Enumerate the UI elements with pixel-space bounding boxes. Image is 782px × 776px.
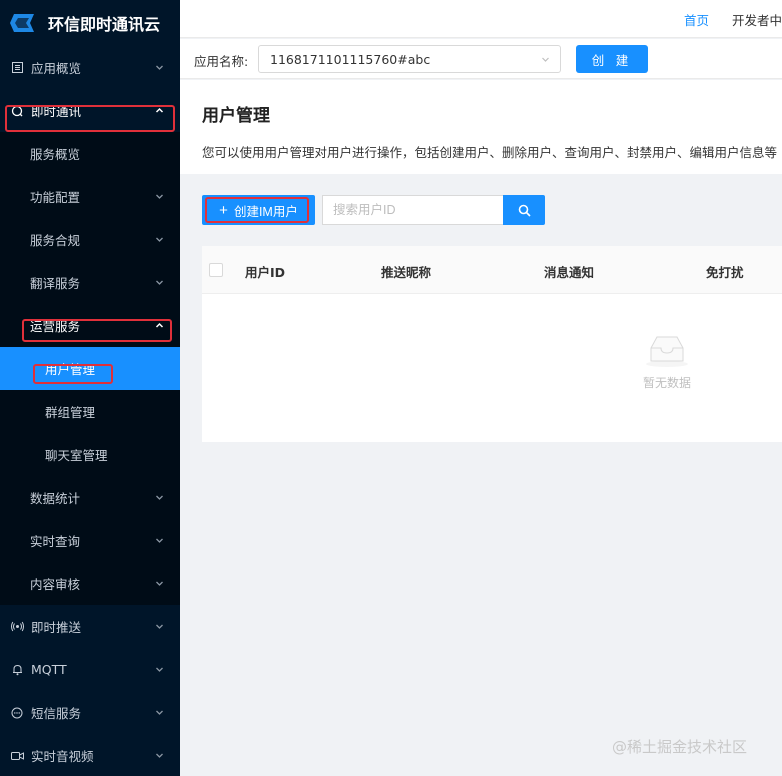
sidebar-item-statistics[interactable]: 数据统计 — [0, 476, 180, 519]
app-name-label: 应用名称: — [194, 54, 249, 69]
app-select[interactable]: 1168171101115760#abc — [258, 45, 561, 73]
sidebar-item-label: 实时查询 — [30, 534, 81, 549]
sidebar-item-content-moderation[interactable]: 内容审核 — [0, 562, 180, 605]
chevron-down-icon — [156, 538, 163, 543]
page-header: 用户管理 您可以使用用户管理对用户进行操作，包括创建用户、删除用户、查询用户、封… — [180, 80, 782, 174]
empty-text: 暂无数据 — [642, 376, 691, 390]
highlight-box-im — [5, 105, 175, 132]
sidebar-item-rtc[interactable]: 实时音视频 — [0, 734, 180, 776]
chevron-down-icon — [156, 710, 163, 715]
sidebar-item-label: 数据统计 — [30, 491, 81, 506]
select-all-checkbox[interactable] — [209, 263, 223, 277]
brand-name: 环信即时通讯云 — [48, 15, 161, 34]
sidebar-item-label: 短信服务 — [31, 706, 82, 721]
search-button[interactable] — [503, 195, 545, 225]
sidebar-item-label: 翻译服务 — [30, 276, 81, 291]
chevron-down-icon — [156, 495, 163, 500]
table-header: 用户ID 推送昵称 消息通知 免打扰 — [202, 246, 782, 294]
empty-state: 暂无数据 — [632, 334, 702, 391]
sidebar-item-label: 即时推送 — [31, 620, 82, 635]
sidebar-item-group-management[interactable]: 群组管理 — [0, 390, 180, 433]
chevron-down-icon — [156, 753, 163, 758]
user-table: 用户ID 推送昵称 消息通知 免打扰 暂无数据 — [202, 246, 782, 442]
chevron-down-icon — [156, 581, 163, 586]
chevron-down-icon — [156, 65, 163, 70]
page-title: 用户管理 — [202, 106, 270, 126]
empty-inbox-icon — [646, 336, 688, 367]
highlight-box-operations — [22, 319, 172, 342]
sidebar-item-label: 应用概览 — [31, 61, 82, 76]
column-header-push-nickname[interactable]: 推送昵称 — [381, 262, 431, 281]
sidebar-item-label: MQTT — [31, 662, 67, 677]
column-header-do-not-disturb[interactable]: 免打扰 — [706, 262, 744, 281]
top-bar: 首页 开发者中 — [180, 0, 782, 38]
nav-link-developer[interactable]: 开发者中 — [732, 10, 782, 29]
sidebar-item-realtime-query[interactable]: 实时查询 — [0, 519, 180, 562]
sidebar-item-mqtt[interactable]: MQTT — [0, 648, 180, 691]
search-icon — [518, 204, 531, 217]
column-header-user-id[interactable]: 用户ID — [245, 262, 285, 281]
bell-icon — [10, 663, 24, 677]
sidebar-item-label: 功能配置 — [30, 190, 81, 205]
create-app-button[interactable]: 创 建 — [576, 45, 648, 73]
chevron-down-icon — [156, 624, 163, 629]
sidebar-item-label: 实时音视频 — [31, 749, 94, 764]
logo-icon — [10, 14, 34, 32]
brand-logo[interactable]: 环信即时通讯云 — [0, 0, 180, 46]
sidebar-item-label: 服务概览 — [30, 147, 81, 162]
sidebar-item-label: 聊天室管理 — [45, 448, 108, 463]
sidebar-item-label: 内容审核 — [30, 577, 81, 592]
chevron-down-icon — [542, 57, 549, 62]
sidebar-item-chatroom-management[interactable]: 聊天室管理 — [0, 433, 180, 476]
app-select-value: 1168171101115760#abc — [270, 52, 431, 67]
sidebar-item-service-overview[interactable]: 服务概览 — [0, 132, 180, 175]
chevron-down-icon — [156, 237, 163, 242]
doc-icon — [10, 61, 24, 75]
sidebar-item-label: 群组管理 — [45, 405, 96, 420]
chevron-down-icon — [156, 194, 163, 199]
sidebar-item-sms[interactable]: 短信服务 — [0, 691, 180, 734]
column-header-notification[interactable]: 消息通知 — [544, 262, 594, 281]
app-selector-bar: 应用名称: 1168171101115760#abc 创 建 — [180, 39, 782, 79]
search-user-input[interactable] — [322, 195, 503, 225]
sidebar-item-translation[interactable]: 翻译服务 — [0, 261, 180, 304]
message-icon — [10, 706, 24, 720]
broadcast-icon — [10, 620, 24, 634]
sidebar-item-feature-config[interactable]: 功能配置 — [0, 175, 180, 218]
chevron-down-icon — [156, 280, 163, 285]
sidebar-item-compliance[interactable]: 服务合规 — [0, 218, 180, 261]
highlight-box-user-management — [33, 364, 113, 384]
sidebar-item-app-overview[interactable]: 应用概览 — [0, 46, 180, 89]
nav-link-home[interactable]: 首页 — [684, 10, 709, 29]
chevron-down-icon — [156, 667, 163, 672]
video-icon — [10, 749, 24, 763]
sidebar-item-push[interactable]: 即时推送 — [0, 605, 180, 648]
page-description: 您可以使用用户管理对用户进行操作，包括创建用户、删除用户、查询用户、封禁用户、编… — [202, 145, 778, 160]
sidebar-item-label: 服务合规 — [30, 233, 81, 248]
highlight-box-create-im — [205, 197, 309, 223]
watermark: @稀土掘金技术社区 — [612, 738, 748, 756]
sidebar: 环信即时通讯云 应用概览 即时通讯 服务概览 功能配置 服务合规 翻译服务 运营… — [0, 0, 180, 776]
